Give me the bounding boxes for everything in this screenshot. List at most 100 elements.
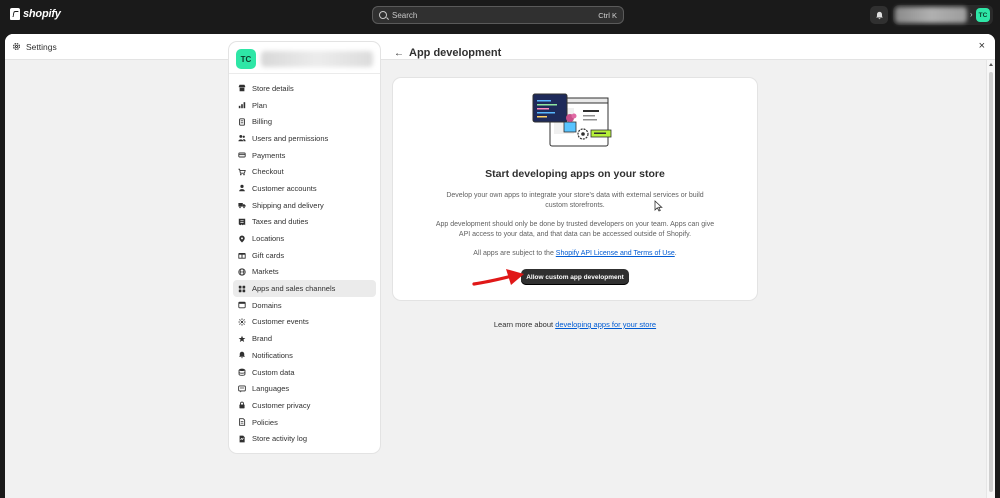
sidebar-item-label: Custom data [252, 367, 295, 377]
plan-icon [238, 101, 246, 109]
sidebar-item-shipping-and-delivery[interactable]: Shipping and delivery [233, 197, 376, 214]
sidebar-item-label: Plan [252, 100, 268, 110]
developer-illustration [532, 93, 612, 147]
sidebar-item-label: Shipping and delivery [252, 200, 324, 210]
sidebar-item-billing[interactable]: Billing [233, 113, 376, 130]
users-icon [238, 134, 246, 142]
terms-suffix: . [674, 250, 677, 257]
sidebar-item-store-activity-log[interactable]: Store activity log [233, 430, 376, 447]
sidebar-item-store-details[interactable]: Store details [233, 80, 376, 97]
learn-more-prefix: Learn more about [493, 320, 556, 329]
bell-icon [875, 11, 883, 19]
sidebar-item-label: Payments [252, 150, 286, 160]
sidebar-item-locations[interactable]: Locations [233, 230, 376, 247]
sidebar-item-customer-privacy[interactable]: Customer privacy [233, 397, 376, 414]
language-icon [238, 385, 246, 393]
sidebar-item-label: Markets [252, 267, 279, 277]
sidebar-nav: Store details Plan Billing Users and permis… [229, 74, 380, 447]
sidebar-item-languages[interactable]: Languages [233, 380, 376, 397]
lock-icon [238, 401, 246, 409]
sidebar-item-taxes-and-duties[interactable]: Taxes and duties [233, 214, 376, 231]
developing-apps-link[interactable]: developing apps for your store [555, 320, 656, 329]
sidebar-item-apps-and-sales-channels[interactable]: Apps and sales channels [233, 280, 376, 297]
sidebar-item-label: Taxes and duties [252, 217, 309, 227]
payments-icon [238, 151, 246, 159]
truck-icon [238, 201, 246, 209]
mouse-cursor-icon [654, 200, 663, 212]
scrollbar[interactable] [986, 60, 995, 498]
sidebar-item-policies[interactable]: Policies [233, 414, 376, 431]
card-description: Develop your own apps to integrate your … [446, 192, 704, 209]
sidebar-item-markets[interactable]: Markets [233, 264, 376, 281]
bell-icon [238, 351, 246, 359]
sidebar-item-label: Customer events [252, 317, 309, 327]
gear-icon [12, 42, 21, 51]
gift-icon [238, 251, 246, 259]
sidebar-item-domains[interactable]: Domains [233, 297, 376, 314]
store-switcher[interactable]: › TC [893, 5, 993, 25]
api-license-link[interactable]: Shopify API License and Terms of Use [556, 250, 675, 257]
globe-icon [238, 268, 246, 276]
sidebar-item-users-and-permissions[interactable]: Users and permissions [233, 130, 376, 147]
sidebar-item-label: Store activity log [252, 434, 308, 444]
sidebar-item-label: Store details [252, 83, 294, 93]
sidebar-item-customer-accounts[interactable]: Customer accounts [233, 180, 376, 197]
sidebar-item-customer-events[interactable]: Customer events [233, 314, 376, 331]
learn-more: Learn more about developing apps for you… [393, 320, 757, 329]
settings-sidebar: TC Store details Plan Billing Users and per… [229, 42, 380, 453]
back-arrow-icon[interactable]: ← [394, 48, 404, 59]
sidebar-item-label: Domains [252, 300, 282, 310]
domain-icon [238, 301, 246, 309]
scroll-thumb[interactable] [989, 72, 993, 492]
card-heading: Start developing apps on your store [485, 168, 665, 180]
notifications-button[interactable] [870, 6, 888, 24]
sidebar-item-label: Apps and sales channels [252, 284, 336, 294]
allow-custom-app-development-button[interactable]: Allow custom app development [521, 269, 629, 285]
sidebar-item-label: Billing [252, 117, 273, 127]
events-icon [238, 318, 246, 326]
red-annotation-arrow-icon [472, 269, 524, 286]
sidebar-item-notifications[interactable]: Notifications [233, 347, 376, 364]
sidebar-store-header[interactable]: TC [229, 42, 380, 74]
sidebar-item-label: Locations [252, 234, 285, 244]
sidebar-item-label: Policies [252, 417, 278, 427]
apps-icon [238, 285, 246, 293]
search-shortcut: Ctrl K [598, 10, 617, 20]
sidebar-item-payments[interactable]: Payments [233, 147, 376, 164]
chevron-right-icon: › [970, 10, 973, 19]
brand-icon [238, 335, 246, 343]
store-avatar: TC [976, 8, 990, 22]
store-icon [238, 84, 246, 92]
shopify-bag-icon [10, 8, 20, 20]
scroll-up-arrow-icon[interactable] [989, 63, 993, 66]
sidebar-item-label: Notifications [252, 350, 293, 360]
store-name-redacted [261, 51, 373, 67]
search-placeholder: Search [392, 10, 418, 20]
activity-icon [238, 435, 246, 443]
app-development-card: Start developing apps on your store Deve… [393, 78, 757, 300]
search-icon [379, 11, 387, 19]
sidebar-item-label: Gift cards [252, 250, 285, 260]
sidebar-item-custom-data[interactable]: Custom data [233, 364, 376, 381]
search-bar[interactable]: Search Ctrl K [372, 6, 624, 24]
sidebar-item-gift-cards[interactable]: Gift cards [233, 247, 376, 264]
sidebar-item-plan[interactable]: Plan [233, 97, 376, 114]
top-bar: shopify Search Ctrl K › TC [0, 0, 1000, 31]
close-button[interactable]: × [979, 41, 985, 52]
policy-icon [238, 418, 246, 426]
sidebar-item-checkout[interactable]: Checkout [233, 163, 376, 180]
billing-icon [238, 118, 246, 126]
card-warning: App development should only be done by t… [435, 221, 715, 238]
sidebar-item-label: Brand [252, 334, 273, 344]
database-icon [238, 368, 246, 376]
store-name-redacted [895, 7, 967, 23]
sidebar-item-brand[interactable]: Brand [233, 330, 376, 347]
shopify-logo[interactable]: shopify [10, 8, 61, 20]
card-terms: All apps are subject to the Shopify API … [435, 249, 715, 259]
sidebar-item-label: Checkout [252, 167, 284, 177]
person-icon [238, 184, 246, 192]
sidebar-item-label: Users and permissions [252, 133, 329, 143]
sidebar-item-label: Customer accounts [252, 183, 317, 193]
terms-prefix: All apps are subject to the [473, 250, 556, 257]
taxes-icon [238, 218, 246, 226]
